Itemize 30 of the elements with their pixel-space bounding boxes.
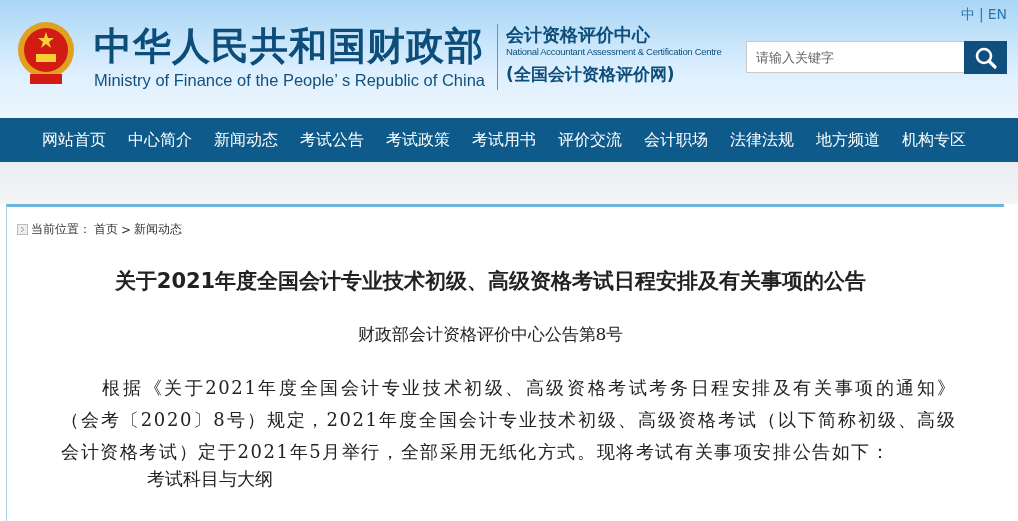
site-title: 中华人民共和国财政部 <box>94 24 485 68</box>
center-english-name: National Accountant Assessment & Certification Centre <box>506 46 722 57</box>
breadcrumb-link[interactable]: 首页 <box>94 221 118 238</box>
emblem-icon <box>16 20 76 86</box>
nav-item[interactable]: 考试政策 <box>375 129 461 151</box>
search-icon <box>973 45 998 70</box>
search-field[interactable]: 请输入关键字 <box>746 41 964 73</box>
article-subtitle: 财政部会计资格评价中心公告第8号 <box>356 323 625 346</box>
nav-item[interactable]: 考试公告 <box>289 129 375 151</box>
site-subtitle: Ministry of Finance of the People’ s Republic of China <box>94 71 485 90</box>
article-title: 关于2021年度全国会计专业技术初级、高级资格考试日程安排及有关事项的公告 <box>113 268 868 295</box>
breadcrumb-label: 当前位置： <box>31 221 91 238</box>
center-name: 会计资格评价中心 <box>506 24 651 46</box>
nav-item[interactable]: 中心简介 <box>117 129 203 151</box>
site-name: (全国会计资格评价网) <box>506 63 676 86</box>
breadcrumb-link[interactable]: 新闻动态 <box>134 221 183 238</box>
arrow-icon <box>17 224 28 235</box>
nav-item[interactable]: 新闻动态 <box>203 129 289 151</box>
language-separator: | <box>978 6 984 24</box>
nav-item[interactable]: 法律法规 <box>719 129 805 151</box>
search-button[interactable] <box>964 41 1007 74</box>
section-heading: 考试科目与大纲 <box>147 468 274 490</box>
nav-item[interactable]: 评价交流 <box>547 129 633 151</box>
nav-item[interactable]: 会计职场 <box>633 129 719 151</box>
breadcrumb-separator: > <box>121 222 132 237</box>
nav-item[interactable]: 考试用书 <box>461 129 547 151</box>
nav-item[interactable]: 机构专区 <box>891 129 977 151</box>
nav-item[interactable]: 地方频道 <box>805 129 891 151</box>
article-paragraph: 根据《关于2021年度全国会计专业技术初级、高级资格考试考务日程安排及有关事项的通知》（会考〔2020〕8号）规定，2021年度全国会计专业技术初级、高级资格考试（以下简称初级、高级会计资格考试）定于2021年5月举行，全部采用无纸化方式。现将考试有关事项安排公告如下： <box>61 376 957 464</box>
nav-item[interactable]: 网站首页 <box>31 129 117 151</box>
